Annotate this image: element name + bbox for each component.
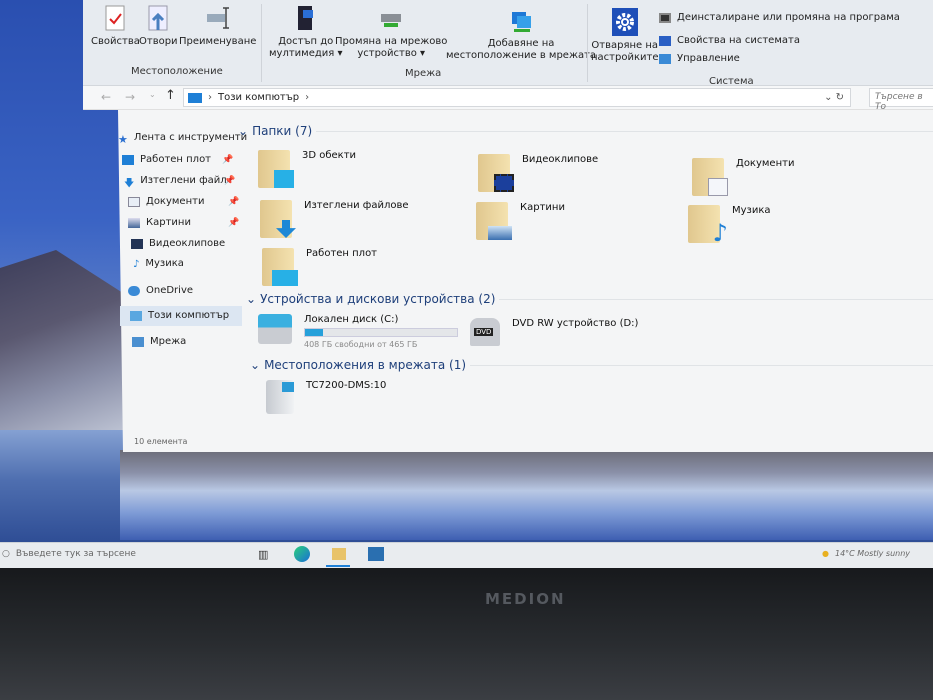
folder-videos[interactable]: Видеоклипове	[478, 154, 598, 192]
folder-desktop[interactable]: Работен плот	[262, 248, 377, 286]
music-folder-icon: ♪	[688, 205, 728, 247]
active-indicator	[326, 565, 350, 567]
videos-folder-icon	[478, 154, 514, 192]
star-icon: ★	[118, 132, 128, 146]
sidebar-item-quick-access[interactable]: ★ Лента с инструменти	[118, 132, 247, 146]
cloud-icon	[128, 285, 140, 296]
properties-button[interactable]: Свойства	[91, 4, 140, 48]
sidebar-item-downloads[interactable]: 🡇 Изтеглени файл 📌	[124, 175, 235, 189]
drive-usage-bar	[304, 328, 458, 337]
up-button[interactable]: ↑	[165, 88, 176, 103]
rename-icon	[206, 7, 229, 29]
3d-objects-folder-icon	[258, 150, 294, 188]
status-item-count: 10 елемента	[134, 437, 188, 446]
sidebar-item-onedrive[interactable]: OneDrive	[128, 285, 193, 296]
uninstall-program-button[interactable]: Деинсталиране или промяна на програма	[659, 12, 900, 23]
windows-drive-icon	[258, 314, 292, 344]
drive-c[interactable]: Локален диск (C:) 408 ГБ свободни от 465…	[258, 314, 458, 349]
dvd-drive-icon: DVD	[470, 318, 500, 346]
laptop-bezel: MEDION	[0, 568, 933, 700]
pin-icon[interactable]: 📌	[222, 155, 233, 165]
network-locations-section-header[interactable]: ⌄ Местоположения в мрежата (1)	[250, 358, 933, 372]
taskbar-search[interactable]: ○ Въведете тук за търсене	[2, 549, 136, 559]
manage-icon	[659, 53, 671, 64]
sidebar-item-network[interactable]: Мрежа	[132, 336, 186, 347]
network-server-icon	[266, 380, 294, 414]
properties-icon	[105, 5, 125, 31]
manage-button[interactable]: Управление	[659, 53, 740, 64]
media-server-icon	[297, 6, 313, 30]
search-icon: ○	[2, 549, 10, 559]
download-icon: 🡇	[124, 177, 135, 189]
edge-icon[interactable]	[294, 546, 310, 562]
ribbon: Свойства Отвори Преименуване Местоположе…	[83, 0, 933, 87]
open-settings-button[interactable]: Отваряне на настройките	[591, 8, 658, 64]
computer-icon	[130, 310, 142, 321]
store-icon[interactable]	[368, 547, 384, 561]
system-properties-button[interactable]: Свойства на системата	[659, 35, 800, 46]
drive-usage-fill	[305, 329, 324, 336]
computer-icon	[188, 92, 202, 103]
taskbar: ○ Въведете тук за търсене ▥ ● 14°C Mostly …	[0, 542, 933, 568]
sidebar-item-desktop[interactable]: Работен плот 📌	[122, 154, 233, 165]
folder-music[interactable]: ♪ Музика	[688, 205, 771, 247]
pictures-folder-icon	[476, 202, 512, 240]
task-view-icon[interactable]: ▥	[258, 548, 268, 561]
folder-documents[interactable]: Документи	[692, 158, 794, 196]
weather-widget[interactable]: ● 14°C Mostly sunny	[822, 549, 910, 558]
gear-icon	[611, 8, 638, 36]
sidebar-item-pictures[interactable]: Картини 📌	[128, 217, 239, 228]
documents-folder-icon	[692, 158, 728, 196]
pictures-icon	[128, 217, 140, 228]
media-access-button[interactable]: Достъп до мултимедия ▾	[269, 4, 343, 60]
network-drive-icon	[381, 14, 402, 27]
rename-button[interactable]: Преименуване	[179, 4, 256, 48]
divider	[261, 4, 262, 82]
sidebar-item-music[interactable]: ♪ Музика	[133, 258, 184, 270]
folder-pictures[interactable]: Картини	[476, 202, 565, 240]
breadcrumb-this-pc[interactable]: Този компютър	[218, 92, 299, 103]
sidebar-item-this-pc[interactable]: Този компютър	[130, 310, 229, 321]
map-network-drive-button[interactable]: Промяна на мрежово устройство ▾	[335, 10, 447, 60]
desktop-lake	[120, 450, 933, 540]
pin-icon[interactable]: 📌	[224, 176, 235, 186]
divider	[587, 4, 588, 82]
recent-locations-dropdown[interactable]: ⌄	[149, 90, 156, 99]
desktop-icon	[122, 154, 134, 165]
weather-icon: ●	[822, 549, 829, 558]
network-group-label: Мрежа	[405, 68, 442, 79]
brand-logo: MEDION	[485, 590, 566, 608]
search-input[interactable]: Търсене в То	[869, 88, 933, 112]
pin-icon[interactable]: 📌	[228, 218, 239, 228]
uninstall-icon	[659, 12, 671, 23]
pin-icon[interactable]: 📌	[228, 197, 239, 207]
network-icon	[132, 336, 144, 347]
open-icon	[148, 5, 168, 31]
sidebar-item-videos[interactable]: Видеоклипове	[131, 238, 225, 249]
document-icon	[128, 196, 140, 207]
folder-3d-objects[interactable]: 3D обекти	[258, 150, 356, 188]
drive-d-dvd[interactable]: DVD DVD RW устройство (D:)	[470, 318, 638, 346]
open-button[interactable]: Отвори	[139, 4, 178, 48]
downloads-folder-icon	[260, 200, 296, 238]
music-icon: ♪	[133, 258, 140, 270]
video-icon	[131, 238, 143, 249]
folders-section-header[interactable]: ⌄ Папки (7)	[238, 124, 933, 138]
address-bar-row: ← → ⌄ ↑ › Този компютър › ⌄ ↻ Търсене в Т…	[83, 86, 933, 112]
forward-button[interactable]: →	[125, 90, 135, 104]
sidebar-item-documents[interactable]: Документи 📌	[128, 196, 239, 207]
network-location-item[interactable]: TC7200-DMS:10	[266, 380, 386, 414]
system-properties-icon	[659, 35, 671, 46]
refresh-icon[interactable]: ⌄ ↻	[824, 92, 844, 103]
network-location-icon	[512, 12, 532, 32]
desktop-folder-icon	[262, 248, 298, 286]
location-group-label: Местоположение	[131, 66, 223, 77]
devices-section-header[interactable]: ⌄ Устройства и дискови устройства (2)	[246, 292, 933, 306]
folder-downloads[interactable]: Изтеглени файлове	[260, 200, 409, 238]
add-network-location-button[interactable]: Добавяне на местоположение в мрежата	[446, 10, 596, 62]
address-input[interactable]: › Този компютър › ⌄ ↻	[183, 88, 851, 107]
file-explorer-taskbar-icon[interactable]	[332, 548, 346, 560]
back-button[interactable]: ←	[101, 90, 111, 104]
